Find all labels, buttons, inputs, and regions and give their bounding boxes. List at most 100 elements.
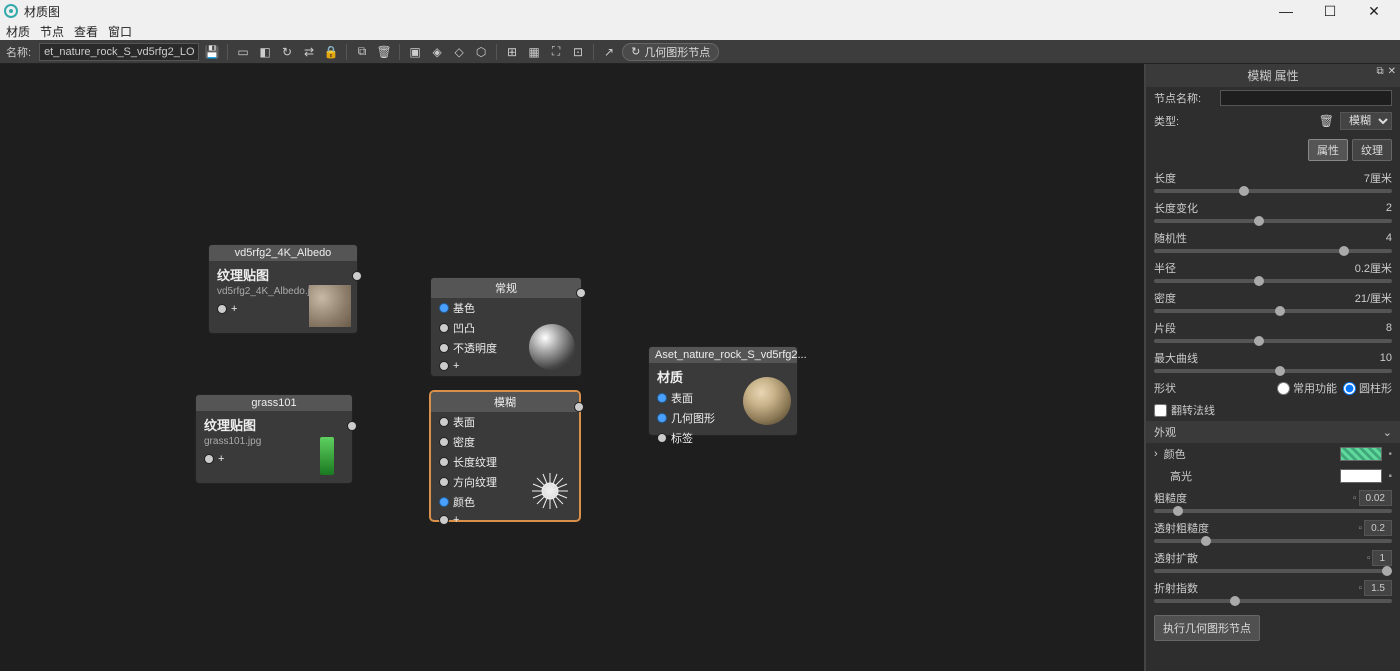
slider-thumb[interactable] <box>1382 566 1392 576</box>
node-asset-material[interactable]: Aset_nature_rock_S_vd5rfg2... 材质 表面 几何图形… <box>648 346 798 436</box>
input-port-label[interactable] <box>657 433 667 443</box>
type-dropdown[interactable]: 模糊 <box>1340 112 1392 130</box>
slider-thumb[interactable] <box>1275 306 1285 316</box>
lock-icon[interactable]: ▫ <box>1359 583 1363 594</box>
slider-track[interactable] <box>1154 539 1392 543</box>
node-texture-albedo[interactable]: vd5rfg2_4K_Albedo 纹理贴图 vd5rfg2_4K_Albedo… <box>208 244 358 334</box>
export-icon[interactable]: ↗ <box>600 43 618 61</box>
input-port[interactable] <box>204 454 214 464</box>
menu-material[interactable]: 材质 <box>6 23 30 40</box>
geometry-node-button[interactable]: ↻ 几何图形节点 <box>622 43 719 61</box>
tool-icon-3[interactable]: ◈ <box>428 43 446 61</box>
lock-icon[interactable]: ▫ <box>1367 553 1371 564</box>
input-port-plus[interactable] <box>439 515 449 525</box>
delete-icon[interactable]: 🗑 <box>375 43 393 61</box>
slider-track[interactable] <box>1154 309 1392 313</box>
shape-radio-common[interactable]: 常用功能 <box>1277 380 1337 396</box>
tab-textures[interactable]: 纹理 <box>1352 139 1392 161</box>
slider-track[interactable] <box>1154 509 1392 513</box>
slider-thumb[interactable] <box>1254 276 1264 286</box>
menu-window[interactable]: 窗口 <box>108 23 132 40</box>
input-port-surface[interactable] <box>657 393 667 403</box>
input-port-color[interactable] <box>439 497 449 507</box>
appearance-header[interactable]: 外观 ⌄ <box>1146 421 1400 443</box>
execute-geometry-button[interactable]: 执行几何图形节点 <box>1154 615 1260 641</box>
material-name-input[interactable] <box>39 43 199 61</box>
input-port-opacity[interactable] <box>439 343 449 353</box>
lock-icon[interactable]: ▫ <box>1353 493 1357 504</box>
refresh-icon[interactable]: ↻ <box>278 43 296 61</box>
slider-thumb[interactable] <box>1275 366 1285 376</box>
tool-icon-2[interactable]: ◧ <box>256 43 274 61</box>
value-text[interactable]: 0.2 <box>1364 520 1392 536</box>
flip-normals-checkbox[interactable] <box>1154 404 1167 417</box>
input-port-geometry[interactable] <box>657 413 667 423</box>
node-blur[interactable]: 模糊 表面 密度 长度纹理 方向纹理 颜色 + <box>430 391 580 521</box>
slider-track[interactable] <box>1154 339 1392 343</box>
color-swatch[interactable] <box>1340 447 1382 461</box>
output-port[interactable] <box>576 288 586 298</box>
slider-thumb[interactable] <box>1254 216 1264 226</box>
slider-track[interactable] <box>1154 189 1392 193</box>
input-port-basecolor[interactable] <box>439 303 449 313</box>
maximize-button[interactable]: ☐ <box>1308 0 1352 22</box>
separator <box>496 44 497 60</box>
layout-icon-2[interactable]: ▦ <box>525 43 543 61</box>
input-port-length-tex[interactable] <box>439 457 449 467</box>
node-graph[interactable]: vd5rfg2_4K_Albedo 纹理贴图 vd5rfg2_4K_Albedo… <box>0 64 1145 671</box>
input-port[interactable] <box>217 304 227 314</box>
flip-normals-row[interactable]: 翻转法线 <box>1146 399 1400 421</box>
value-text[interactable]: 1 <box>1372 550 1392 566</box>
fit-icon[interactable]: ⛶ <box>547 43 565 61</box>
menu-node[interactable]: 节点 <box>40 23 64 40</box>
close-button[interactable]: ✕ <box>1352 0 1396 22</box>
slider-thumb[interactable] <box>1254 336 1264 346</box>
slider-track[interactable] <box>1154 279 1392 283</box>
slider-track[interactable] <box>1154 249 1392 253</box>
lock-icon[interactable]: 🔒 <box>322 43 340 61</box>
slider-track[interactable] <box>1154 369 1392 373</box>
settings-icon[interactable]: ⇄ <box>300 43 318 61</box>
tab-properties[interactable]: 属性 <box>1308 139 1348 161</box>
slider-thumb[interactable] <box>1201 536 1211 546</box>
input-port-direction-tex[interactable] <box>439 477 449 487</box>
group-icon[interactable]: ▣ <box>406 43 424 61</box>
output-port[interactable] <box>347 421 357 431</box>
tool-icon-1[interactable]: ▭ <box>234 43 252 61</box>
link-icon[interactable]: • <box>1388 449 1392 460</box>
input-port-plus[interactable] <box>439 361 449 371</box>
node-name-input[interactable] <box>1220 90 1392 106</box>
node-texture-grass[interactable]: grass101 纹理贴图 grass101.jpg + <box>195 394 353 484</box>
specular-swatch[interactable] <box>1340 469 1382 483</box>
link-icon[interactable]: ▪ <box>1388 471 1392 482</box>
slider-thumb[interactable] <box>1230 596 1240 606</box>
slider-thumb[interactable] <box>1339 246 1349 256</box>
output-port[interactable] <box>574 402 584 412</box>
popout-icon[interactable]: ⧉ <box>1376 66 1383 77</box>
slider-track[interactable] <box>1154 569 1392 573</box>
expand-icon[interactable]: › <box>1154 448 1158 460</box>
tool-icon-5[interactable]: ⬡ <box>472 43 490 61</box>
value-text[interactable]: 1.5 <box>1364 580 1392 596</box>
layout-icon-1[interactable]: ⊞ <box>503 43 521 61</box>
copy-icon[interactable]: ⧉ <box>353 43 371 61</box>
trash-icon[interactable]: 🗑 <box>1319 114 1334 128</box>
node-standard[interactable]: 常规 基色 凹凸 不透明度 + <box>430 277 582 377</box>
slider-thumb[interactable] <box>1239 186 1249 196</box>
shape-radio-cylinder[interactable]: 圆柱形 <box>1343 380 1392 396</box>
slider-track[interactable] <box>1154 219 1392 223</box>
value-text[interactable]: 0.02 <box>1359 490 1392 506</box>
close-panel-icon[interactable]: ✕ <box>1388 66 1396 77</box>
output-port[interactable] <box>352 271 362 281</box>
minimize-button[interactable]: — <box>1264 0 1308 22</box>
input-port-surface[interactable] <box>439 417 449 427</box>
input-port-bump[interactable] <box>439 323 449 333</box>
slider-track[interactable] <box>1154 599 1392 603</box>
menu-view[interactable]: 查看 <box>74 23 98 40</box>
lock-icon[interactable]: ▫ <box>1359 523 1363 534</box>
input-port-density[interactable] <box>439 437 449 447</box>
zoom-icon[interactable]: ⊡ <box>569 43 587 61</box>
save-icon[interactable]: 💾 <box>203 43 221 61</box>
slider-thumb[interactable] <box>1173 506 1183 516</box>
tool-icon-4[interactable]: ◇ <box>450 43 468 61</box>
